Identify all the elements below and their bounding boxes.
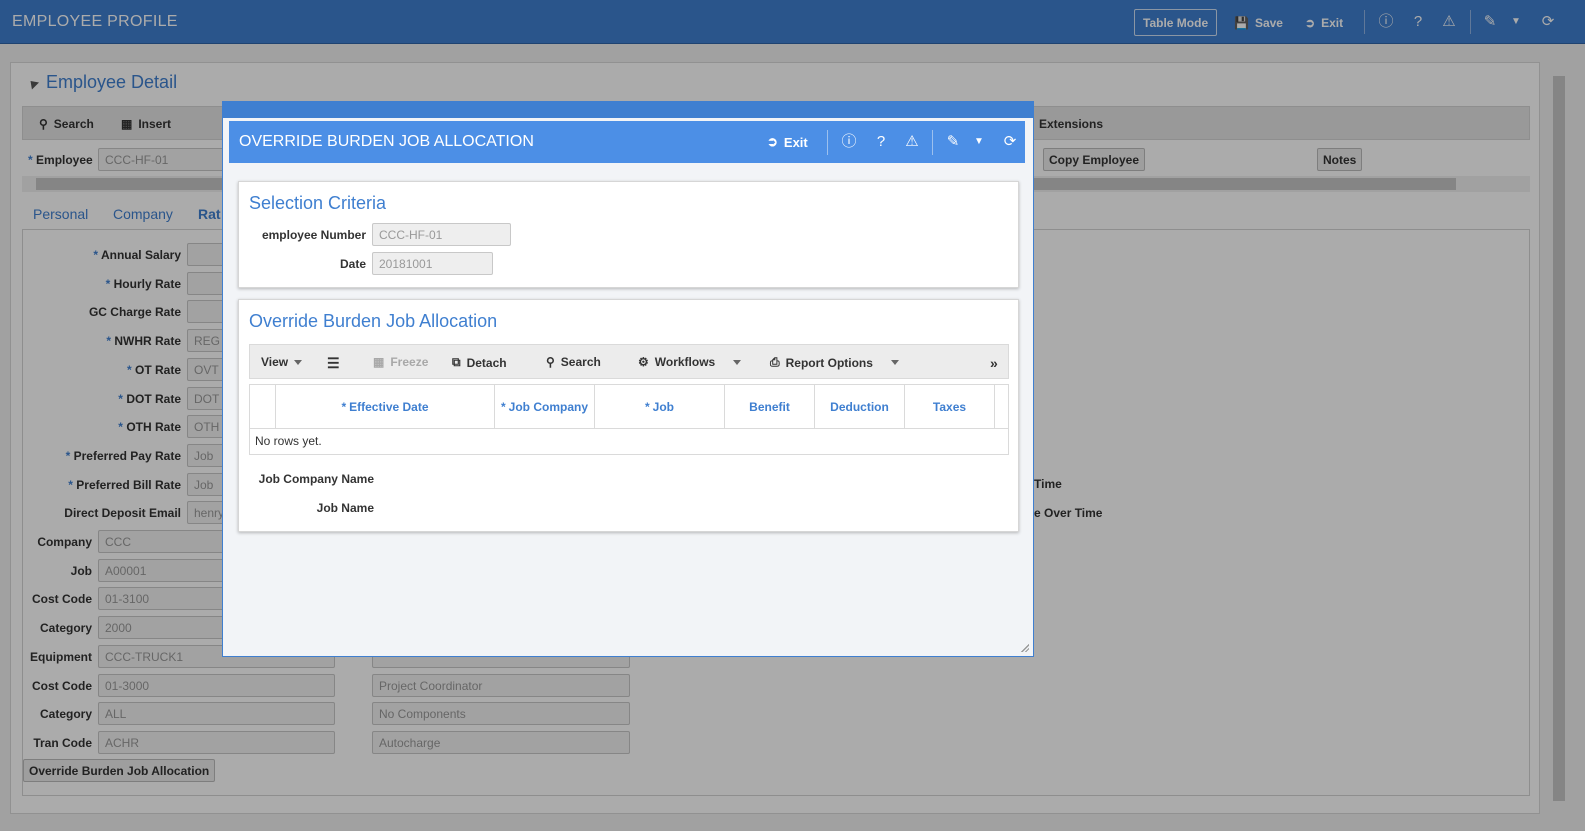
report-options-button[interactable]: ⎙ Report Options xyxy=(770,355,899,370)
grid-empty-message: No rows yet. xyxy=(249,428,1009,455)
chevron-down-icon xyxy=(294,359,303,365)
detach-button[interactable]: ⧉ Detach xyxy=(452,355,507,370)
freeze-icon: ▦ xyxy=(373,355,385,369)
column-header[interactable]: * Job Company xyxy=(495,385,595,428)
column-header[interactable]: Deduction xyxy=(815,385,905,428)
detach-icon: ⧉ xyxy=(452,355,461,369)
freeze-button[interactable]: ▦ Freeze xyxy=(373,355,428,369)
modal-exit-button[interactable]: ➲ Exit xyxy=(767,134,808,150)
printer-icon: ⎙ xyxy=(770,355,780,369)
modal-exit-label: Exit xyxy=(783,134,808,150)
selection-criteria-title: Selection Criteria xyxy=(249,193,387,213)
job-name-label: Job Name xyxy=(316,501,374,515)
column-header[interactable]: Benefit xyxy=(725,385,815,428)
grid-search-button[interactable]: ⚲ Search xyxy=(546,355,601,369)
resize-handle[interactable] xyxy=(1019,642,1029,652)
date-field[interactable]: 20181001 xyxy=(372,252,493,275)
view-label: View xyxy=(261,355,289,369)
gears-icon: ⚙ xyxy=(638,355,649,369)
warning-icon[interactable]: ⚠ xyxy=(903,133,921,151)
workflows-label: Workflows xyxy=(654,355,716,369)
report-options-label: Report Options xyxy=(785,355,873,370)
override-burden-modal: OVERRIDE BURDEN JOB ALLOCATION ➲ Exit ⓘ … xyxy=(222,101,1034,657)
info-icon[interactable]: ⓘ xyxy=(840,133,858,151)
overflow-icon[interactable]: » xyxy=(990,355,998,371)
chevron-down-icon xyxy=(733,359,742,365)
grid-toolbar: View ☰ ▦ Freeze ⧉ Detach ⚲ Search ⚙ Workflow… xyxy=(249,344,1009,379)
dropdown-icon[interactable]: ▼ xyxy=(970,133,988,151)
help-icon[interactable]: ? xyxy=(872,133,890,151)
detach-label: Detach xyxy=(466,355,507,370)
allocation-grid-card: Override Burden Job Allocation View ☰ ▦ F… xyxy=(238,299,1019,532)
job-company-name-label: Job Company Name xyxy=(258,472,374,486)
chevron-down-icon xyxy=(890,360,899,365)
freeze-label: Freeze xyxy=(390,355,429,369)
modal-header: OVERRIDE BURDEN JOB ALLOCATION ➲ Exit ⓘ … xyxy=(229,121,1025,163)
column-header[interactable]: Taxes xyxy=(905,385,995,428)
date-label: Date xyxy=(339,257,366,271)
refresh-icon[interactable]: ⟳ xyxy=(1001,133,1019,151)
modal-title: OVERRIDE BURDEN JOB ALLOCATION xyxy=(239,133,534,150)
view-menu[interactable]: View xyxy=(261,355,303,369)
exit-icon: ➲ xyxy=(767,134,778,149)
row-selector-header[interactable] xyxy=(250,385,276,428)
allocation-grid-title: Override Burden Job Allocation xyxy=(249,311,498,331)
grid-header: * Effective Date * Job Company * Job Benefi… xyxy=(249,384,1009,429)
column-header[interactable]: * Job xyxy=(595,385,725,428)
employee-number-field[interactable]: CCC-HF-01 xyxy=(372,223,511,246)
edit-icon[interactable]: ✎ xyxy=(944,133,962,151)
selection-criteria-card: Selection Criteria employee Number CCC-H… xyxy=(238,181,1019,288)
search-icon: ⚲ xyxy=(546,355,555,369)
column-header[interactable]: * Effective Date xyxy=(276,385,495,428)
employee-number-label: employee Number xyxy=(261,228,366,242)
workflows-button[interactable]: ⚙ Workflows xyxy=(638,355,742,369)
grid-search-label: Search xyxy=(560,355,601,369)
filter-icon[interactable]: ☰ xyxy=(327,355,340,372)
